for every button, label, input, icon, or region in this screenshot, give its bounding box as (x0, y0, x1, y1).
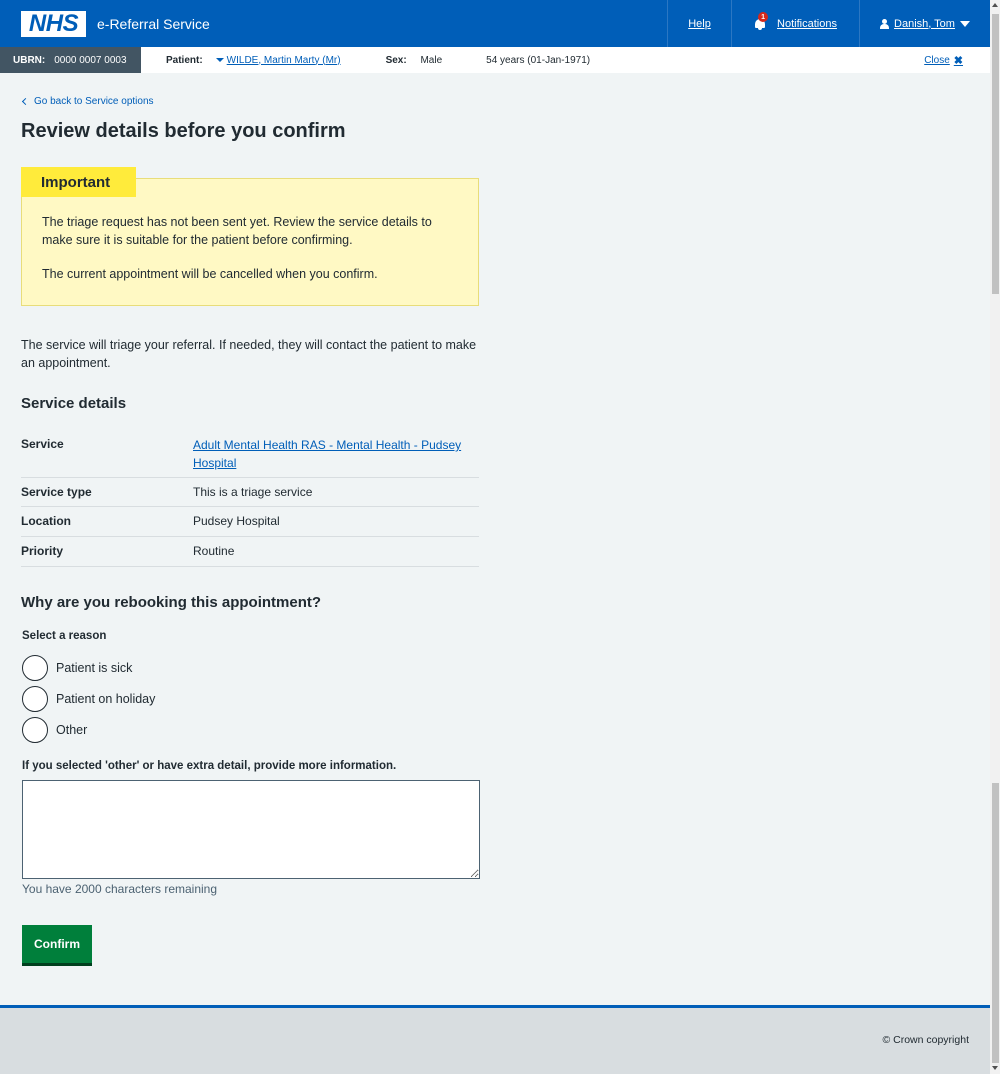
radio-patient-on-holiday[interactable]: Patient on holiday (22, 686, 155, 712)
radio-button[interactable] (22, 717, 48, 743)
page-title: Review details before you confirm (21, 120, 346, 142)
radio-button[interactable] (22, 655, 48, 681)
patient-info: Patient: WILDE, Martin Marty (Mr) (166, 55, 341, 66)
back-link-label: Go back to Service options (34, 96, 154, 107)
radio-label: Other (56, 723, 88, 737)
radio-label: Patient on holiday (56, 692, 156, 706)
ubrn-value: 0000 0007 0003 (54, 54, 127, 66)
scrollbar-thumb[interactable] (992, 14, 999, 294)
patient-name-link[interactable]: WILDE, Martin Marty (Mr) (227, 55, 341, 66)
important-label: Important (21, 167, 136, 197)
bell-icon: 1 (754, 12, 769, 30)
patient-age: 54 years (01-Jan-1971) (486, 54, 591, 66)
location-key: Location (21, 514, 71, 528)
priority-row: Priority Routine (21, 537, 479, 567)
notification-count-badge: 1 (758, 12, 769, 22)
patient-sex: Sex: Male (386, 55, 443, 66)
service-name[interactable]: e-Referral Service (97, 16, 210, 32)
service-value: Adult Mental Health RAS - Mental Health … (193, 430, 479, 477)
important-text-2: The current appointment will be cancelle… (42, 267, 378, 281)
radio-button[interactable] (22, 686, 48, 712)
expand-caret-icon[interactable] (215, 58, 224, 62)
patient-label: Patient: (166, 54, 203, 66)
header-nav: Help 1 Notifications Danish, Tom (667, 0, 990, 47)
nhs-logo[interactable]: NHS (21, 9, 86, 37)
intro-text: The service will triage your referral. I… (21, 338, 477, 370)
site-header: NHS e-Referral Service Help 1 Notificati… (0, 0, 990, 47)
characters-remaining: You have 2000 characters remaining (22, 882, 218, 896)
service-type-value: This is a triage service (193, 485, 313, 499)
sex-value: Male (420, 54, 443, 66)
service-key: Service (21, 437, 64, 451)
close-icon: ✖ (953, 54, 963, 67)
service-type-key: Service type (21, 485, 92, 499)
user-menu[interactable]: Danish, Tom (859, 0, 990, 47)
confirm-button[interactable]: Confirm (22, 925, 92, 963)
help-link[interactable]: Help (667, 0, 731, 47)
patient-banner: UBRN: 0000 0007 0003 Patient: WILDE, Mar… (0, 47, 990, 73)
notifications-label: Notifications (777, 17, 837, 30)
chevron-left-icon (21, 97, 30, 106)
select-reason-label: Select a reason (22, 630, 107, 642)
scrollbar-thumb-lower[interactable] (992, 783, 999, 1063)
service-details-list: Service Adult Mental Health RAS - Mental… (21, 430, 479, 567)
page-scrollbar[interactable] (990, 0, 1000, 1074)
notifications-link[interactable]: 1 Notifications (731, 0, 859, 47)
location-row: Location Pudsey Hospital (21, 507, 479, 537)
more-information-label: If you selected 'other' or have extra de… (22, 760, 397, 772)
radio-other[interactable]: Other (22, 717, 87, 743)
close-label: Close (924, 54, 950, 66)
ubrn-label: UBRN: (13, 54, 46, 66)
rebooking-reason-heading: Why are you rebooking this appointment? (21, 594, 322, 611)
service-link[interactable]: Adult Mental Health RAS - Mental Health … (193, 438, 461, 470)
nhs-logo-text: NHS (28, 9, 79, 37)
scroll-down-arrow-icon[interactable] (992, 1066, 998, 1070)
sex-label: Sex: (385, 54, 407, 66)
site-footer: © Crown copyright (0, 1005, 990, 1074)
service-type-row: Service type This is a triage service (21, 478, 479, 507)
scroll-up-arrow-icon[interactable] (992, 3, 998, 7)
service-row: Service Adult Mental Health RAS - Mental… (21, 430, 479, 478)
radio-label: Patient is sick (56, 661, 133, 675)
more-information-textarea[interactable] (22, 780, 480, 879)
radio-patient-sick[interactable]: Patient is sick (22, 655, 132, 681)
copyright-text: © Crown copyright (882, 1034, 969, 1046)
location-value: Pudsey Hospital (193, 514, 280, 528)
user-icon (880, 18, 890, 29)
priority-key: Priority (21, 544, 64, 558)
user-name: Danish, Tom (894, 17, 955, 30)
caret-down-icon (959, 20, 970, 27)
important-text-1: The triage request has not been sent yet… (42, 215, 432, 247)
priority-value: Routine (193, 544, 235, 558)
back-link[interactable]: Go back to Service options (21, 96, 154, 107)
ubrn: UBRN: 0000 0007 0003 (0, 47, 141, 73)
close-link[interactable]: Close ✖ (924, 54, 963, 67)
service-details-heading: Service details (21, 395, 127, 412)
